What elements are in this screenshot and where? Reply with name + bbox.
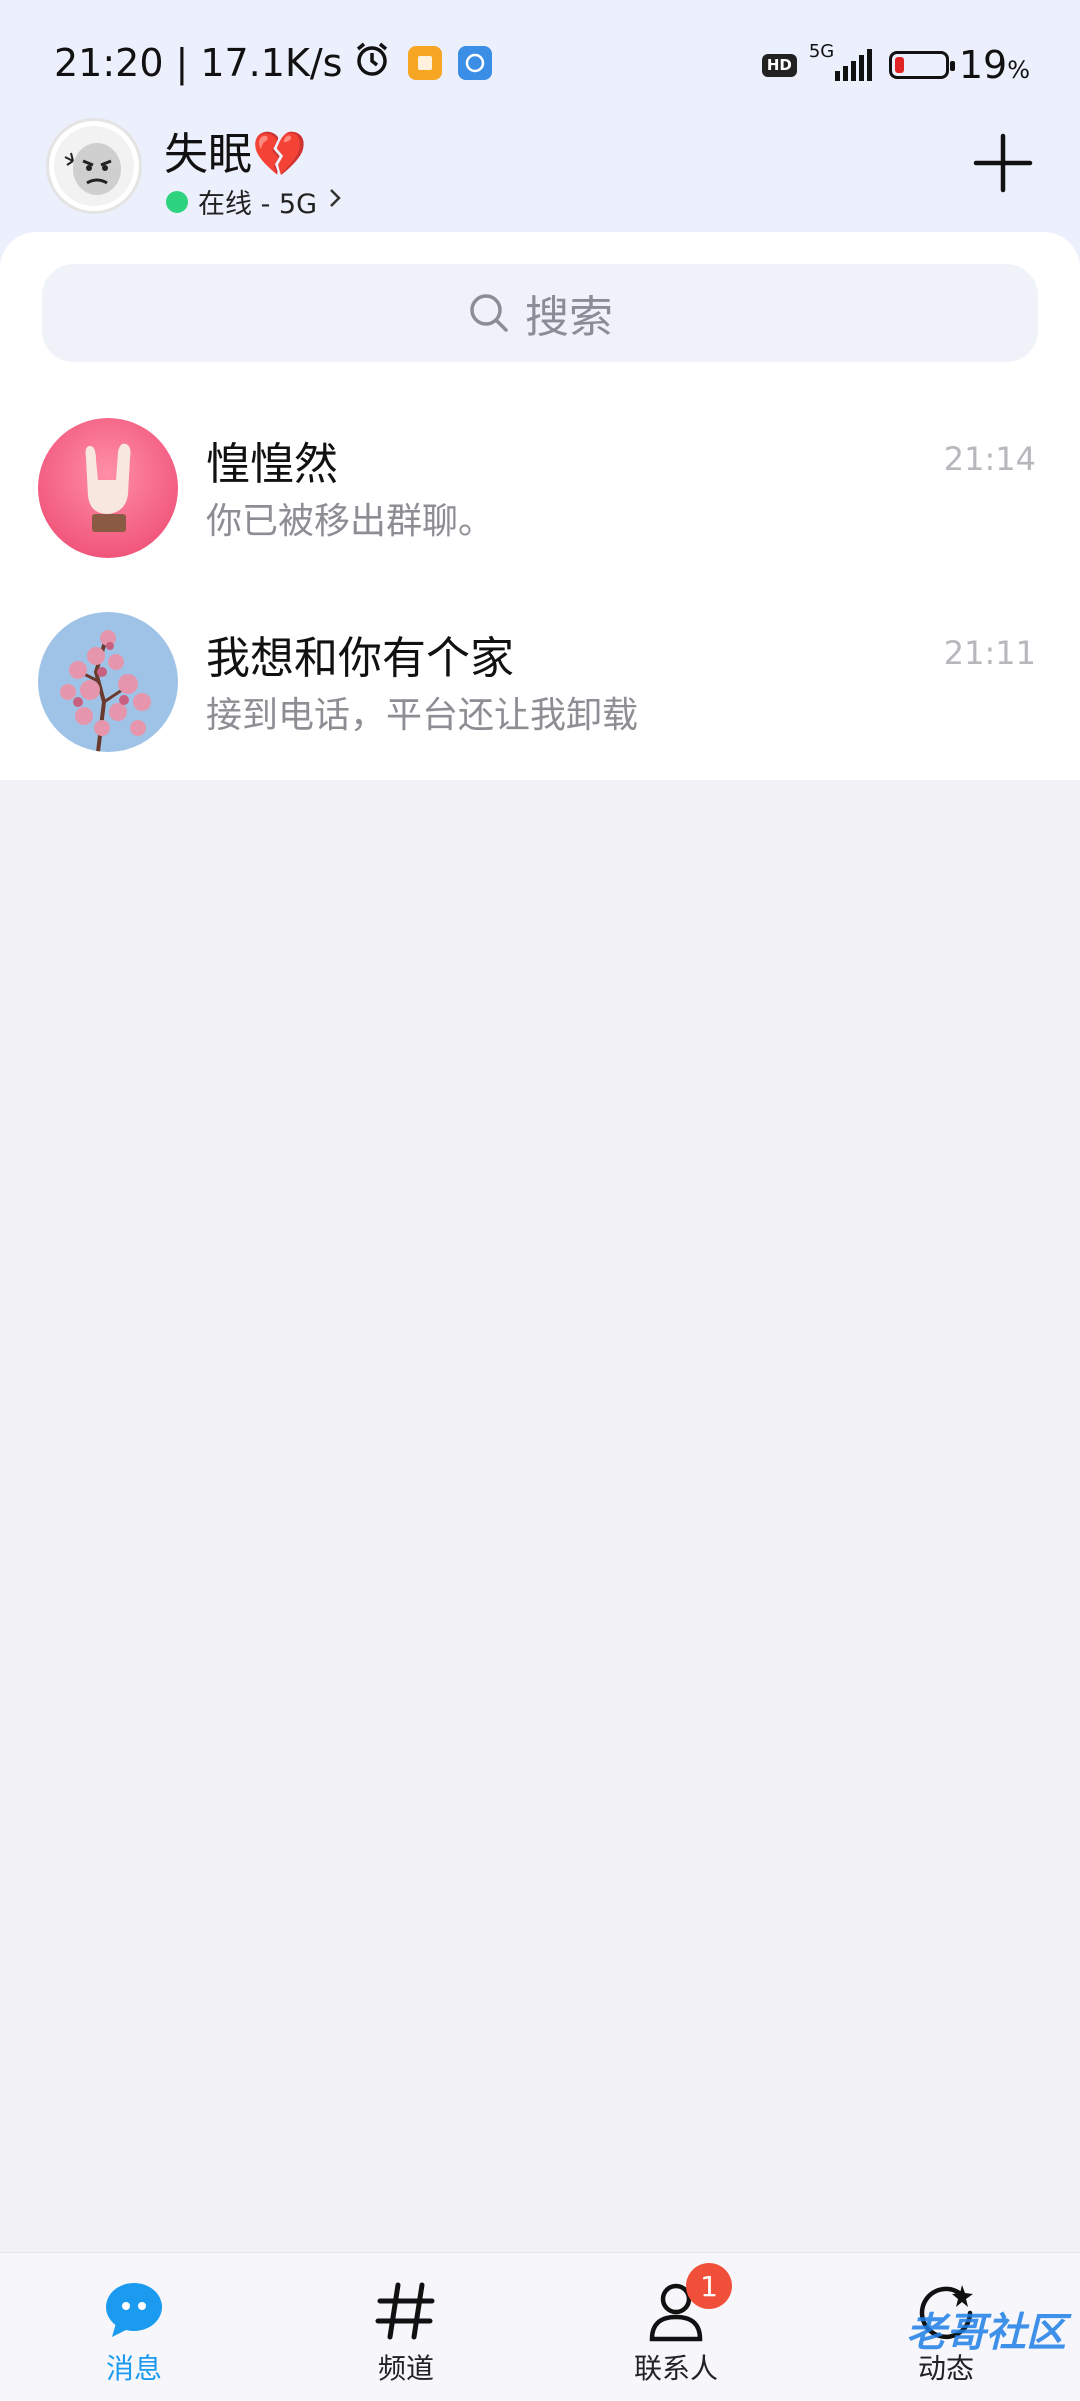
- header: 失眠💔 在线 - 5G: [0, 110, 1080, 230]
- add-button[interactable]: [972, 132, 1034, 194]
- tab-contacts[interactable]: 1 联系人: [596, 2263, 756, 2399]
- meme-face-icon: [54, 126, 134, 206]
- chat-item[interactable]: 我想和你有个家 接到电话，平台还让我卸载 21:11: [0, 576, 1080, 766]
- status-left: 21:20 | 17.1K/s: [54, 38, 493, 88]
- battery-percent-unit: %: [1007, 56, 1030, 84]
- battery-percent: 19%: [959, 43, 1030, 87]
- online-status[interactable]: 在线 - 5G: [166, 182, 343, 221]
- status-separator: |: [175, 41, 189, 85]
- note-app-icon: [408, 46, 443, 80]
- chat-time: 21:11: [943, 634, 1036, 672]
- status-bar: 21:20 | 17.1K/s HD 5G 19%: [0, 0, 1080, 124]
- status-right: HD 5G 19%: [761, 40, 1030, 90]
- chat-time: 21:14: [943, 440, 1036, 478]
- hash-icon: [374, 2279, 438, 2343]
- chat-bubble-icon: [102, 2279, 166, 2343]
- battery-percent-value: 19: [958, 43, 1008, 87]
- search-placeholder: 搜索: [525, 292, 613, 343]
- avatar[interactable]: [46, 118, 142, 214]
- status-time: 21:20: [54, 41, 164, 85]
- chat-item[interactable]: 惶惶然 你已被移出群聊。 21:14: [0, 382, 1080, 572]
- tab-contacts-label: 联系人: [633, 2352, 718, 2385]
- signal-icon: 5G: [807, 41, 879, 85]
- chat-title: 我想和你有个家: [206, 633, 514, 684]
- chat-avatar: [38, 418, 178, 558]
- rock-hand-avatar-icon: [38, 418, 178, 558]
- tab-channels-label: 频道: [377, 2352, 434, 2385]
- chat-preview: 你已被移出群聊。: [206, 501, 495, 542]
- watermark-logo: 老哥社区: [906, 2310, 1066, 2356]
- user-name[interactable]: 失眠💔: [164, 118, 307, 182]
- tab-channels[interactable]: 频道: [326, 2279, 486, 2399]
- battery-icon: [888, 51, 955, 79]
- blossom-avatar-icon: [38, 612, 178, 752]
- chevron-right-icon: [327, 186, 343, 217]
- alarm-icon: [352, 39, 392, 88]
- online-status-text: 在线 - 5G: [198, 189, 318, 220]
- chat-list-card: 搜索 惶惶然 你已被移出群聊。 21:14 我想和你有个家 接到电话，平台还让我…: [0, 232, 1080, 780]
- chat-title: 惶惶然: [206, 439, 338, 490]
- battery-fill: [894, 57, 904, 73]
- online-dot-icon: [166, 190, 188, 213]
- net-speed: 17.1K/s: [200, 41, 343, 85]
- chat-avatar: [38, 612, 178, 752]
- plus-icon: [973, 133, 1033, 193]
- search-input[interactable]: 搜索: [42, 264, 1038, 362]
- search-icon: [470, 294, 508, 332]
- chat-preview: 接到电话，平台还让我卸载: [206, 695, 639, 736]
- tab-messages-label: 消息: [105, 2352, 162, 2385]
- contacts-badge: 1: [686, 2263, 732, 2309]
- contact-icon: 1: [644, 2263, 732, 2343]
- app-notification-icon: [458, 46, 493, 80]
- tab-messages[interactable]: 消息: [54, 2279, 214, 2399]
- hd-badge: HD: [761, 53, 797, 77]
